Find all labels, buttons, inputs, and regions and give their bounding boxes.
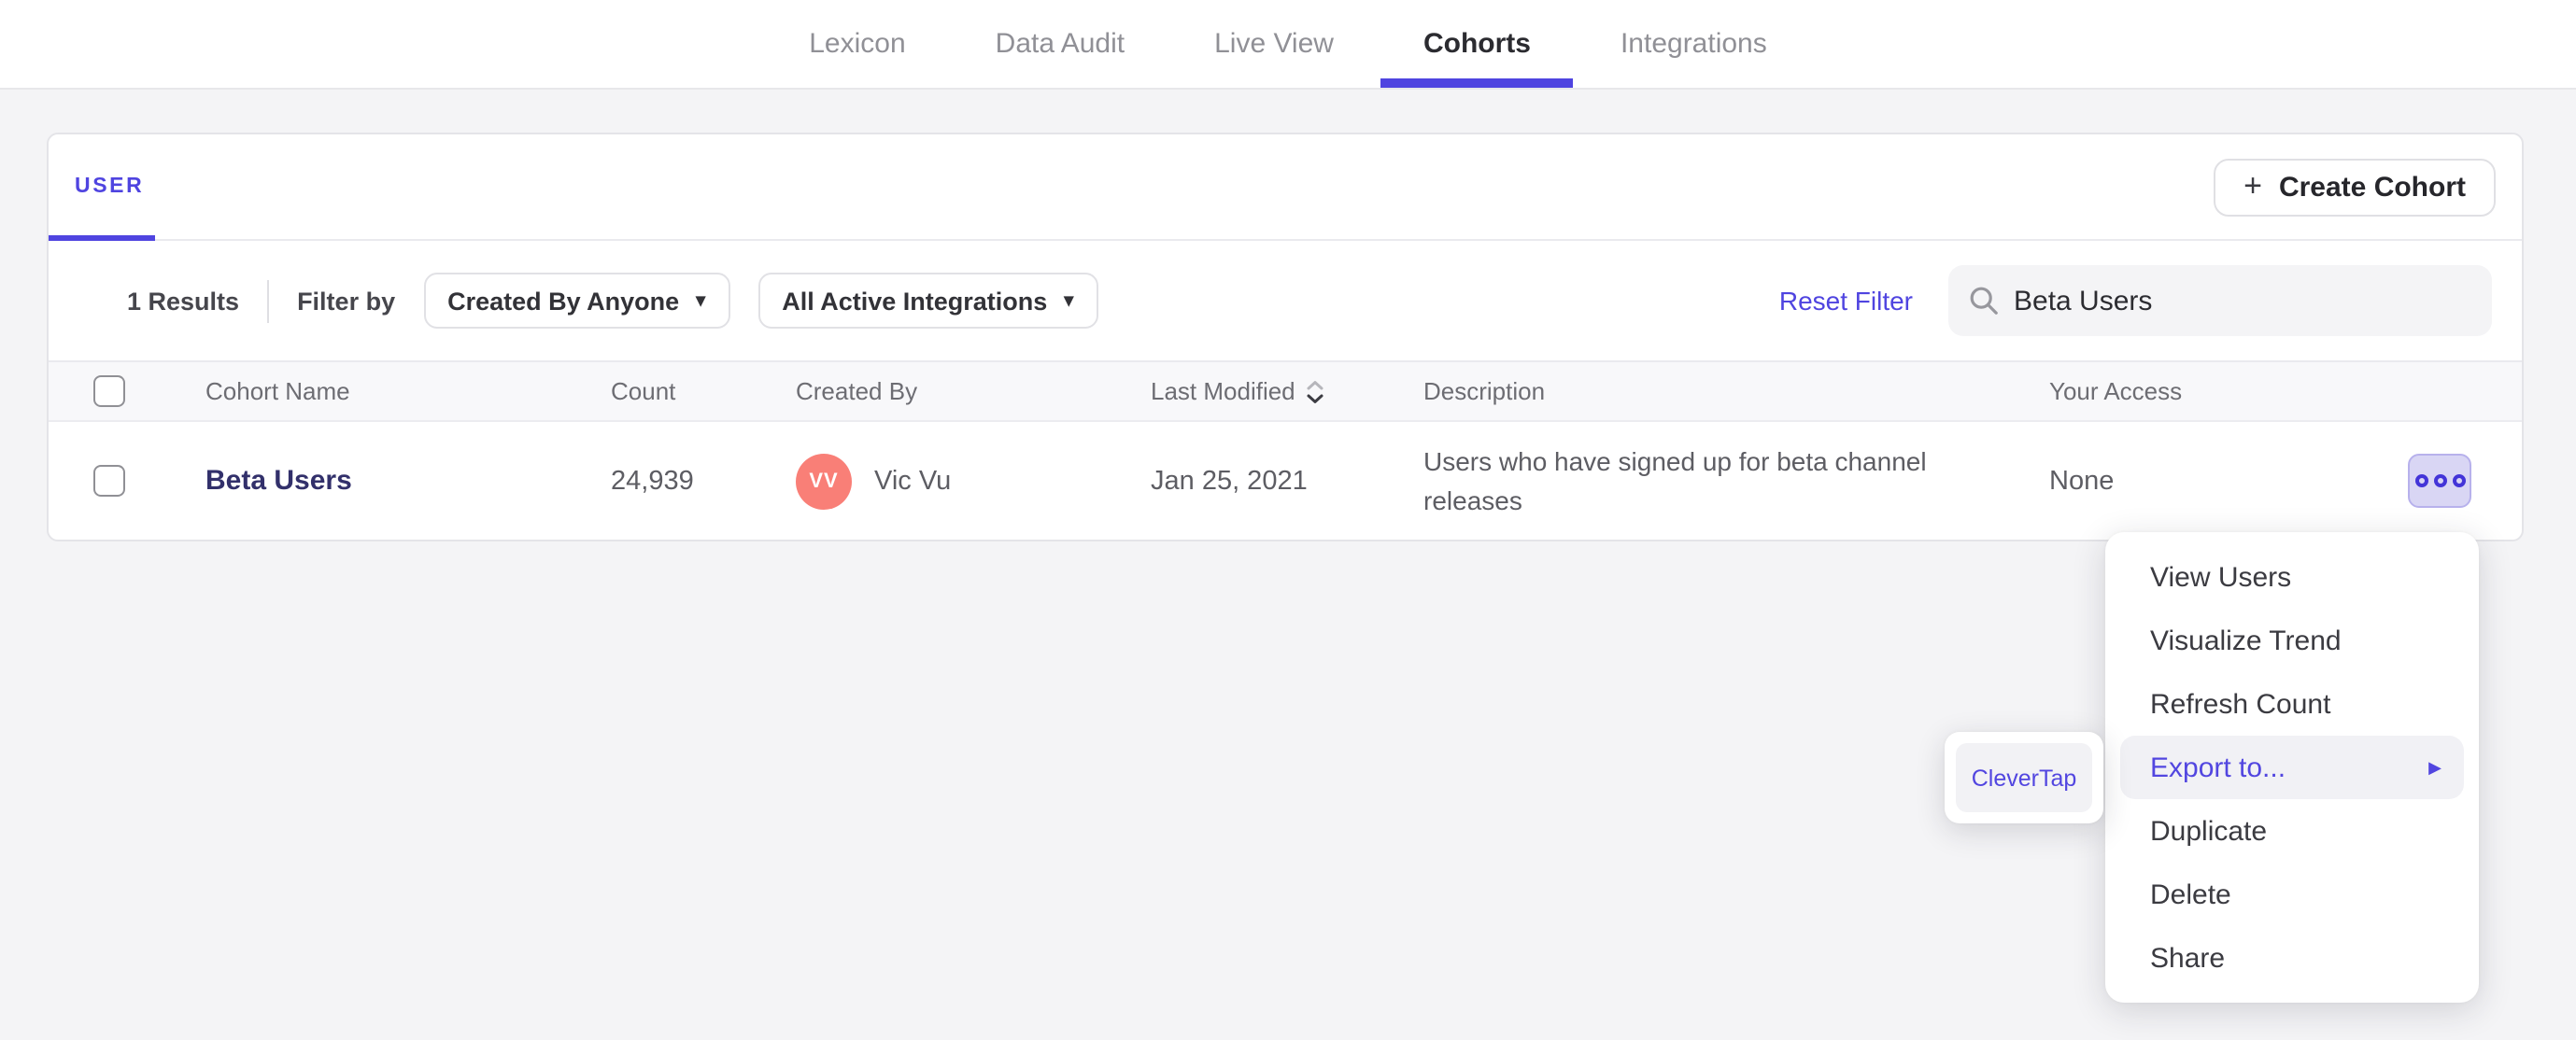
- row-actions-button[interactable]: [2408, 454, 2471, 508]
- nav-tab-cohorts[interactable]: Cohorts: [1380, 0, 1574, 88]
- header-last-modified-label: Last Modified: [1151, 377, 1295, 405]
- menu-item-label: Delete: [2150, 878, 2231, 910]
- results-count: 1 Results: [127, 287, 240, 315]
- sort-icon: [1307, 378, 1325, 404]
- created-by-dropdown-value: Created By Anyone: [447, 287, 680, 315]
- export-submenu: CleverTap: [1945, 732, 2103, 823]
- header-checkbox-cell: [49, 375, 205, 407]
- your-access-cell: None: [2049, 454, 2522, 508]
- search-icon: [1969, 286, 1999, 316]
- menu-item-label: Visualize Trend: [2150, 625, 2342, 656]
- nav-tab-label: Cohorts: [1422, 28, 1531, 60]
- menu-item-duplicate[interactable]: Duplicate: [2120, 799, 2464, 863]
- header-last-modified[interactable]: Last Modified: [1151, 377, 1423, 405]
- header-cohort-name: Cohort Name: [205, 377, 350, 405]
- menu-item-label: Export to...: [2150, 752, 2286, 783]
- tab-user[interactable]: USER: [75, 176, 144, 198]
- submenu-arrow-icon: ▶: [2428, 757, 2442, 776]
- created-by-cell: VV Vic Vu: [796, 453, 1151, 509]
- cohort-description: Users who have signed up for beta channe…: [1423, 445, 1927, 514]
- select-all-checkbox[interactable]: [93, 375, 125, 407]
- menu-item-visualize-trend[interactable]: Visualize Trend: [2120, 609, 2464, 672]
- menu-item-label: Share: [2150, 942, 2226, 974]
- menu-item-label: Duplicate: [2150, 815, 2268, 847]
- menu-item-export-to[interactable]: Export to... ▶: [2120, 736, 2464, 799]
- chevron-down-icon: ▾: [1064, 290, 1074, 311]
- search-input[interactable]: [2014, 285, 2471, 316]
- row-checkbox[interactable]: [93, 465, 125, 497]
- integrations-dropdown-value: All Active Integrations: [782, 287, 1048, 315]
- tab-user-label: USER: [75, 176, 145, 198]
- avatar: VV: [796, 453, 852, 509]
- tab-user-underline: [49, 235, 155, 241]
- header-count: Count: [611, 377, 676, 405]
- creator-name: Vic Vu: [874, 466, 952, 496]
- last-modified-value: Jan 25, 2021: [1151, 466, 1308, 496]
- top-navigation: Lexicon Data Audit Live View Cohorts Int…: [0, 0, 2576, 90]
- menu-item-delete[interactable]: Delete: [2120, 863, 2464, 926]
- menu-item-share[interactable]: Share: [2120, 926, 2464, 990]
- nav-tab-label: Integrations: [1620, 28, 1767, 60]
- cohorts-card: USER + Create Cohort 1 Results Filter by…: [47, 133, 2524, 541]
- divider: [267, 279, 270, 322]
- nav-tab-lexicon[interactable]: Lexicon: [805, 0, 909, 88]
- cohort-name-link[interactable]: Beta Users: [205, 465, 352, 497]
- dot-icon: [2433, 474, 2446, 487]
- dot-icon: [2452, 474, 2465, 487]
- filter-bar: 1 Results Filter by Created By Anyone ▾ …: [49, 241, 2522, 360]
- search-box[interactable]: [1948, 265, 2492, 336]
- nav-tab-label: Live View: [1214, 28, 1334, 60]
- nav-tab-data-audit[interactable]: Data Audit: [992, 0, 1128, 88]
- submenu-item-clevertap[interactable]: CleverTap: [1956, 743, 2092, 812]
- row-checkbox-cell: [49, 465, 205, 497]
- nav-tab-label: Data Audit: [995, 28, 1125, 60]
- created-by-dropdown[interactable]: Created By Anyone ▾: [423, 273, 730, 329]
- filter-by-label: Filter by: [297, 287, 396, 315]
- nav-tab-live-view[interactable]: Live View: [1210, 0, 1338, 88]
- nav-tab-label: Lexicon: [809, 28, 906, 60]
- reset-filter-link[interactable]: Reset Filter: [1779, 286, 1913, 316]
- header-description: Description: [1423, 377, 1546, 405]
- row-actions-menu: View Users Visualize Trend Refresh Count…: [2105, 532, 2479, 1003]
- cohort-count: 24,939: [611, 466, 694, 496]
- menu-item-refresh-count[interactable]: Refresh Count: [2120, 672, 2464, 736]
- card-tab-bar: USER + Create Cohort: [49, 134, 2522, 241]
- plus-icon: +: [2243, 168, 2262, 204]
- table-row: Beta Users 24,939 VV Vic Vu Jan 25, 2021…: [49, 420, 2522, 540]
- access-value: None: [2049, 466, 2115, 496]
- menu-item-view-users[interactable]: View Users: [2120, 545, 2464, 609]
- create-cohort-button[interactable]: + Create Cohort: [2214, 158, 2496, 216]
- dot-icon: [2414, 474, 2427, 487]
- integrations-dropdown[interactable]: All Active Integrations ▾: [757, 273, 1098, 329]
- header-your-access: Your Access: [2049, 377, 2183, 405]
- table-header-row: Cohort Name Count Created By Last Modifi…: [49, 360, 2522, 420]
- menu-item-label: View Users: [2150, 561, 2292, 593]
- submenu-item-label: CleverTap: [1971, 765, 2077, 791]
- create-cohort-label: Create Cohort: [2278, 171, 2466, 203]
- active-tab-underline: [1380, 78, 1574, 88]
- menu-item-label: Refresh Count: [2150, 688, 2331, 720]
- chevron-down-icon: ▾: [696, 290, 706, 311]
- header-created-by: Created By: [796, 377, 918, 405]
- nav-tab-integrations[interactable]: Integrations: [1617, 0, 1771, 88]
- cohorts-page: Lexicon Data Audit Live View Cohorts Int…: [0, 0, 2576, 1040]
